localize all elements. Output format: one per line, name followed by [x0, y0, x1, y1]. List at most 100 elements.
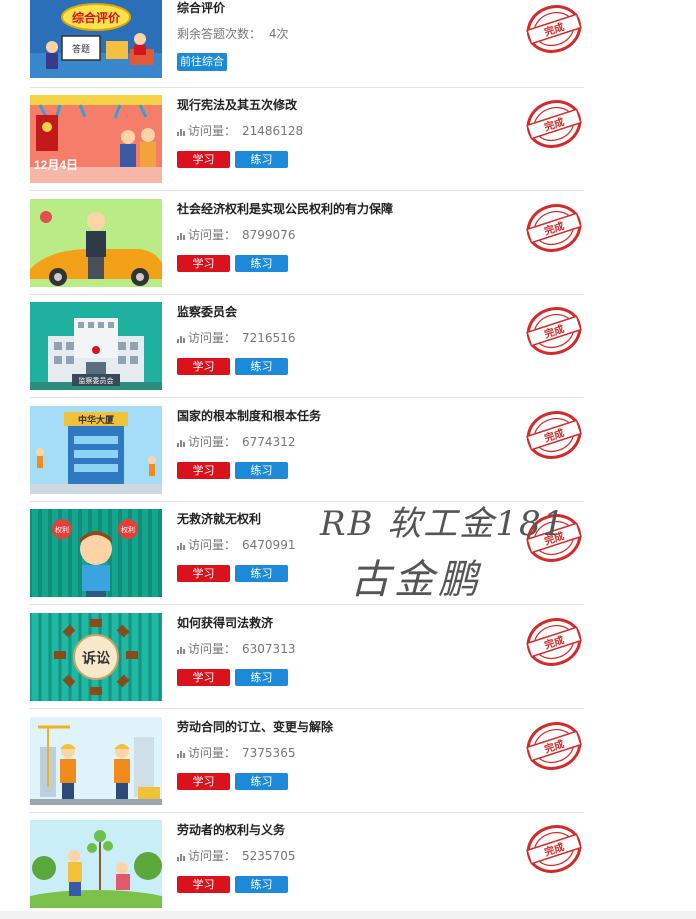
- remaining-label: 剩余答题次数：: [177, 27, 262, 41]
- visits-label: 访问量：: [188, 331, 237, 345]
- visits-label: 访问量：: [188, 849, 237, 863]
- course-title[interactable]: 劳动合同的订立、变更与解除: [177, 718, 333, 735]
- visit-count: 访问量： 6470991: [177, 536, 295, 553]
- visit-count: 访问量： 7216516: [177, 329, 295, 346]
- summary-item: 综合评价 答题 综合评价 剩余答题次数： 4次 前往综合 完成: [30, 0, 584, 88]
- course-title[interactable]: 国家的根本制度和根本任务: [177, 407, 321, 424]
- course-title[interactable]: 如何获得司法救济: [177, 614, 273, 631]
- visit-count: 访问量： 21486128: [177, 122, 303, 139]
- svg-text:中华大厦: 中华大厦: [78, 414, 115, 425]
- visits-value: 6774312: [242, 435, 296, 449]
- learn-button[interactable]: 学习: [177, 565, 230, 582]
- visits-value: 7216516: [242, 331, 296, 345]
- stamp-icon: 完成: [526, 722, 582, 770]
- learn-button[interactable]: 学习: [177, 358, 230, 375]
- course-thumbnail[interactable]: 监察委员会: [30, 302, 162, 390]
- visit-count: 访问量： 8799076: [177, 226, 295, 243]
- handwriting-line1: RB 软工金181: [319, 504, 566, 544]
- practice-button[interactable]: 练习: [235, 151, 288, 168]
- learn-button[interactable]: 学习: [177, 876, 230, 893]
- practice-button[interactable]: 练习: [235, 462, 288, 479]
- course-thumbnail[interactable]: [30, 820, 162, 908]
- summary-thumbnail[interactable]: 综合评价 答题: [30, 0, 162, 78]
- practice-button[interactable]: 练习: [235, 565, 288, 582]
- bar-chart-icon: [177, 125, 186, 136]
- learn-button[interactable]: 学习: [177, 669, 230, 686]
- building-under-construction-icon: 中华大厦: [30, 406, 162, 494]
- page-bottom-strip: [0, 911, 696, 919]
- completed-stamp: 完成: [524, 408, 584, 462]
- svg-text:权利: 权利: [121, 525, 135, 534]
- visits-label: 访问量：: [188, 746, 237, 760]
- course-thumbnail[interactable]: 诉讼: [30, 613, 162, 701]
- practice-button[interactable]: 练习: [235, 669, 288, 686]
- visits-label: 访问量：: [188, 538, 237, 552]
- bar-chart-icon: [177, 229, 186, 240]
- visits-value: 6307313: [242, 642, 296, 656]
- government-building-icon: 监察委员会: [30, 302, 162, 390]
- course-item: 劳动者的权利与义务 访问量： 5235705 学习 练习 完成: [30, 812, 584, 916]
- completed-stamp: 完成: [524, 97, 584, 151]
- construction-workers-icon: [30, 717, 162, 805]
- course-title[interactable]: 监察委员会: [177, 303, 237, 320]
- course-item: 诉讼 如何获得司法救济 访问量： 6307313 学习 练习 完成: [30, 605, 584, 709]
- bar-chart-icon: [177, 747, 186, 758]
- goto-summary-button[interactable]: 前往综合: [177, 53, 227, 71]
- visits-label: 访问量：: [188, 124, 237, 138]
- svg-text:12月4日: 12月4日: [34, 158, 78, 172]
- learn-button[interactable]: 学习: [177, 255, 230, 272]
- course-thumbnail[interactable]: 中华大厦: [30, 406, 162, 494]
- summary-title: 综合评价: [177, 1, 226, 15]
- stamp-icon: 完成: [526, 411, 582, 459]
- stamp-icon: 完成: [526, 618, 582, 666]
- bar-chart-icon: [177, 539, 186, 550]
- visits-value: 7375365: [242, 746, 296, 760]
- constitution-book-icon: 12月4日: [30, 95, 162, 183]
- man-with-car-icon: [30, 199, 162, 287]
- visit-count: 访问量： 6774312: [177, 433, 295, 450]
- learn-button[interactable]: 学习: [177, 151, 230, 168]
- summary-thumb-badge: 综合评价: [72, 10, 121, 25]
- visits-value: 8799076: [242, 228, 296, 242]
- handwritten-signature: RB 软工金181 古金鹏: [310, 493, 590, 618]
- bar-chart-icon: [177, 643, 186, 654]
- bar-chart-icon: [177, 850, 186, 861]
- course-title[interactable]: 无救济就无权利: [177, 510, 261, 527]
- course-title[interactable]: 现行宪法及其五次修改: [177, 96, 297, 113]
- boy-with-balloons-icon: 权利 权利: [30, 509, 162, 597]
- svg-text:权利: 权利: [55, 525, 69, 534]
- completed-stamp: 完成: [524, 2, 584, 56]
- course-thumbnail[interactable]: [30, 717, 162, 805]
- bar-chart-icon: [177, 332, 186, 343]
- course-item: 监察委员会 监察委员会 访问量： 7216516 学习 练习 完成: [30, 294, 584, 398]
- practice-button[interactable]: 练习: [235, 255, 288, 272]
- stamp-icon: 完成: [526, 825, 582, 873]
- svg-text:诉讼: 诉讼: [82, 650, 110, 666]
- learn-button[interactable]: 学习: [177, 462, 230, 479]
- completed-stamp: 完成: [524, 719, 584, 773]
- completed-stamp: 完成: [524, 201, 584, 255]
- practice-button[interactable]: 练习: [235, 876, 288, 893]
- course-thumbnail[interactable]: [30, 199, 162, 287]
- bar-chart-icon: [177, 436, 186, 447]
- course-item: 中华大厦 国家的根本制度和根本任务 访问量： 6774312 学习 练习 完成: [30, 398, 584, 502]
- visits-value: 6470991: [242, 538, 296, 552]
- visits-label: 访问量：: [188, 642, 237, 656]
- course-thumbnail[interactable]: 权利 权利: [30, 509, 162, 597]
- visit-count: 访问量： 5235705: [177, 847, 295, 864]
- stamp-icon: 完成: [526, 100, 582, 148]
- practice-button[interactable]: 练习: [235, 358, 288, 375]
- people-planting-tree-icon: [30, 820, 162, 908]
- gavels-circle-icon: 诉讼: [30, 613, 162, 701]
- completed-stamp: 完成: [524, 822, 584, 876]
- course-thumbnail[interactable]: 12月4日: [30, 95, 162, 183]
- course-item: 劳动合同的订立、变更与解除 访问量： 7375365 学习 练习 完成: [30, 709, 584, 813]
- practice-button[interactable]: 练习: [235, 773, 288, 790]
- learn-button[interactable]: 学习: [177, 773, 230, 790]
- handwriting-line2: 古金鹏: [350, 557, 482, 603]
- course-title[interactable]: 社会经济权利是实现公民权利的有力保障: [177, 200, 393, 217]
- remaining-value: 4次: [268, 27, 289, 41]
- course-title[interactable]: 劳动者的权利与义务: [177, 821, 285, 838]
- course-item: 社会经济权利是实现公民权利的有力保障 访问量： 8799076 学习 练习 完成: [30, 191, 584, 295]
- visits-label: 访问量：: [188, 228, 237, 242]
